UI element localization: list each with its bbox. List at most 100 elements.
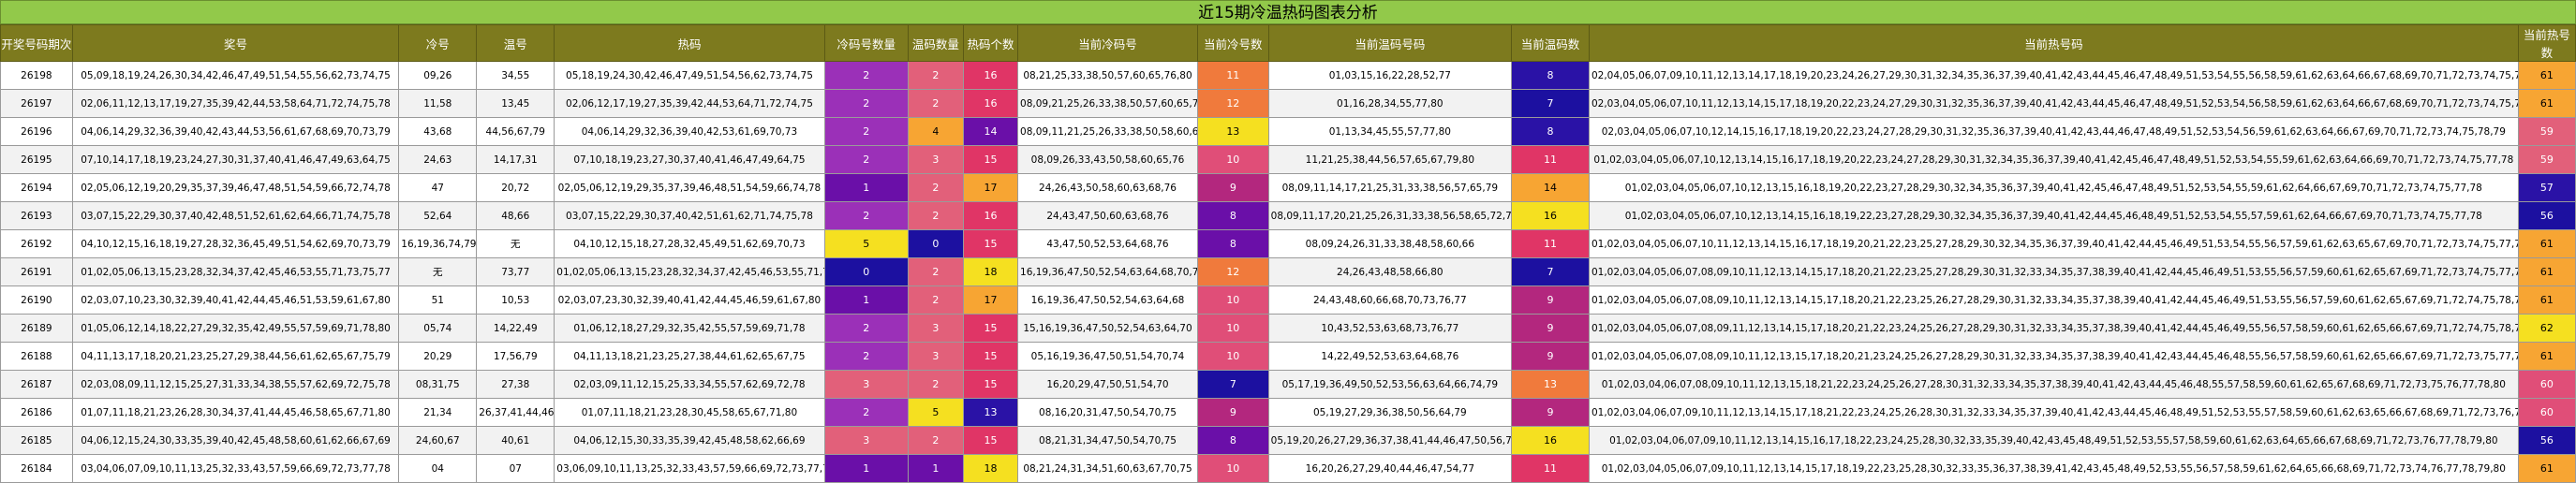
cell-issue: 26192: [0, 229, 73, 258]
cell-current-hot: 01,02,03,04,05,06,07,09,10,11,12,13,14,1…: [1588, 454, 2519, 483]
col-header-issue: 开奖号码期次: [0, 24, 73, 62]
cell-warm: 27,38: [476, 370, 555, 399]
cell-cold: 21,34: [398, 398, 478, 427]
cell-warm: 无: [476, 229, 555, 258]
cell-issue: 26187: [0, 370, 73, 399]
cell-hot: 02,06,12,17,19,27,35,39,42,44,53,64,71,7…: [554, 89, 825, 118]
cell-cold: 04: [398, 454, 478, 483]
col-header-current-hot: 当前热号码: [1588, 24, 2519, 62]
cell-warm: 34,55: [476, 61, 555, 90]
col-header-numbers: 奖号: [71, 24, 400, 62]
table-row: 26190 02,03,07,10,23,30,32,39,40,41,42,44…: [0, 285, 2576, 315]
cell-current-hot: 02,04,05,06,07,09,10,11,12,13,14,17,18,1…: [1588, 61, 2519, 90]
cell-current-warm: 05,19,27,29,36,38,50,56,64,79: [1267, 398, 1513, 427]
page-title: 近15期冷温热码图表分析: [0, 0, 2576, 24]
cell-numbers: 07,10,14,17,18,19,23,24,27,30,31,37,40,4…: [71, 145, 400, 174]
cell-numbers: 01,05,06,12,14,18,22,27,29,32,35,42,49,5…: [71, 314, 400, 343]
cell-hot-count: 17: [962, 173, 1019, 202]
cell-hot-count: 18: [962, 454, 1019, 483]
cell-hot-count: 16: [962, 61, 1019, 90]
cell-current-cold-count: 12: [1196, 89, 1269, 118]
cell-cold-count: 1: [823, 285, 909, 315]
cell-numbers: 02,06,11,12,13,17,19,27,35,39,42,44,53,5…: [71, 89, 400, 118]
cell-current-hot: 01,02,03,04,05,06,07,08,09,10,11,12,13,1…: [1588, 257, 2519, 286]
cell-hot-count: 15: [962, 145, 1019, 174]
header-row: 开奖号码期次 奖号 冷号 温号 热码 冷码号数量 温码数量 热码个数 当前冷码号…: [0, 24, 2576, 62]
table-row: 26185 04,06,12,15,24,30,33,35,39,40,42,45…: [0, 426, 2576, 455]
cell-warm-count: 2: [907, 370, 964, 399]
cell-warm: 48,66: [476, 201, 555, 230]
cell-current-warm-count: 11: [1511, 145, 1590, 174]
cell-current-hot-count: 60: [2517, 398, 2576, 427]
table-row: 26188 04,11,13,17,18,20,21,23,25,27,29,38…: [0, 342, 2576, 371]
cell-current-cold-count: 13: [1196, 117, 1269, 146]
cell-issue: 26191: [0, 257, 73, 286]
cell-hot: 04,11,13,18,21,23,25,27,38,44,61,62,65,6…: [554, 342, 825, 371]
cell-cold-count: 1: [823, 173, 909, 202]
cell-current-warm: 11,21,25,38,44,56,57,65,67,79,80: [1267, 145, 1513, 174]
cell-warm: 17,56,79: [476, 342, 555, 371]
cell-current-hot-count: 56: [2517, 201, 2576, 230]
cell-warm: 73,77: [476, 257, 555, 286]
cell-current-cold: 08,21,24,31,34,51,60,63,67,70,75: [1017, 454, 1198, 483]
cell-current-warm: 08,09,24,26,31,33,38,48,58,60,66: [1267, 229, 1513, 258]
cell-current-warm-count: 16: [1511, 201, 1590, 230]
cell-current-cold: 16,19,36,47,50,52,54,63,64,68: [1017, 285, 1198, 315]
cell-current-hot-count: 56: [2517, 426, 2576, 455]
cell-current-cold: 24,43,47,50,60,63,68,76: [1017, 201, 1198, 230]
cell-hot-count: 14: [962, 117, 1019, 146]
cell-hot-count: 15: [962, 314, 1019, 343]
cell-cold-count: 2: [823, 314, 909, 343]
cell-current-cold-count: 10: [1196, 285, 1269, 315]
cell-warm: 07: [476, 454, 555, 483]
col-header-current-warm: 当前温码号码: [1267, 24, 1513, 62]
cell-hot: 01,07,11,18,21,23,28,30,45,58,65,67,71,8…: [554, 398, 825, 427]
cell-current-warm-count: 8: [1511, 117, 1590, 146]
table-row: 26192 04,10,12,15,16,18,19,27,28,32,36,45…: [0, 229, 2576, 258]
cell-current-hot: 01,02,03,04,05,06,07,10,12,13,14,15,16,1…: [1588, 201, 2519, 230]
cell-warm: 20,72: [476, 173, 555, 202]
cell-current-cold-count: 10: [1196, 314, 1269, 343]
cell-current-warm-count: 9: [1511, 314, 1590, 343]
cell-cold-count: 0: [823, 257, 909, 286]
cell-warm: 10,53: [476, 285, 555, 315]
cell-warm: 40,61: [476, 426, 555, 455]
cell-current-warm: 08,09,11,14,17,21,25,31,33,38,56,57,65,7…: [1267, 173, 1513, 202]
cell-current-cold-count: 8: [1196, 229, 1269, 258]
cell-current-warm: 10,43,52,53,63,68,73,76,77: [1267, 314, 1513, 343]
cell-numbers: 03,07,15,22,29,30,37,40,42,48,51,52,61,6…: [71, 201, 400, 230]
cell-issue: 26184: [0, 454, 73, 483]
cell-numbers: 04,10,12,15,16,18,19,27,28,32,36,45,49,5…: [71, 229, 400, 258]
cell-numbers: 05,09,18,19,24,26,30,34,42,46,47,49,51,5…: [71, 61, 400, 90]
col-header-current-cold: 当前冷码号: [1017, 24, 1198, 62]
cell-current-hot-count: 61: [2517, 257, 2576, 286]
cell-current-cold: 08,21,25,33,38,50,57,60,65,76,80: [1017, 61, 1198, 90]
cell-cold-count: 2: [823, 201, 909, 230]
cell-current-hot: 02,03,04,05,06,07,10,12,14,15,16,17,18,1…: [1588, 117, 2519, 146]
cell-issue: 26198: [0, 61, 73, 90]
cell-current-cold-count: 10: [1196, 145, 1269, 174]
cell-current-warm: 01,16,28,34,55,77,80: [1267, 89, 1513, 118]
cell-numbers: 04,06,14,29,32,36,39,40,42,43,44,53,56,6…: [71, 117, 400, 146]
cell-cold-count: 2: [823, 89, 909, 118]
table-row: 26197 02,06,11,12,13,17,19,27,35,39,42,44…: [0, 89, 2576, 118]
cell-current-hot: 01,02,03,04,05,06,07,10,12,13,14,15,16,1…: [1588, 145, 2519, 174]
cell-warm: 13,45: [476, 89, 555, 118]
cell-current-hot-count: 62: [2517, 314, 2576, 343]
cell-current-warm: 24,26,43,48,58,66,80: [1267, 257, 1513, 286]
cell-issue: 26185: [0, 426, 73, 455]
cell-hot-count: 13: [962, 398, 1019, 427]
cell-hot-count: 15: [962, 426, 1019, 455]
cell-issue: 26195: [0, 145, 73, 174]
cell-warm-count: 2: [907, 285, 964, 315]
cell-warm-count: 2: [907, 173, 964, 202]
col-header-warm: 温号: [476, 24, 555, 62]
cell-warm-count: 3: [907, 342, 964, 371]
cell-current-hot: 01,02,03,04,05,06,07,10,12,13,15,16,18,1…: [1588, 173, 2519, 202]
cell-numbers: 02,05,06,12,19,20,29,35,37,39,46,47,48,5…: [71, 173, 400, 202]
cell-current-cold-count: 7: [1196, 370, 1269, 399]
cell-current-cold: 08,21,31,34,47,50,54,70,75: [1017, 426, 1198, 455]
table-row: 26194 02,05,06,12,19,20,29,35,37,39,46,47…: [0, 173, 2576, 202]
cell-hot: 01,02,05,06,13,15,23,28,32,34,37,42,45,4…: [554, 257, 825, 286]
cell-current-hot: 01,02,03,04,05,06,07,10,11,12,13,14,15,1…: [1588, 229, 2519, 258]
